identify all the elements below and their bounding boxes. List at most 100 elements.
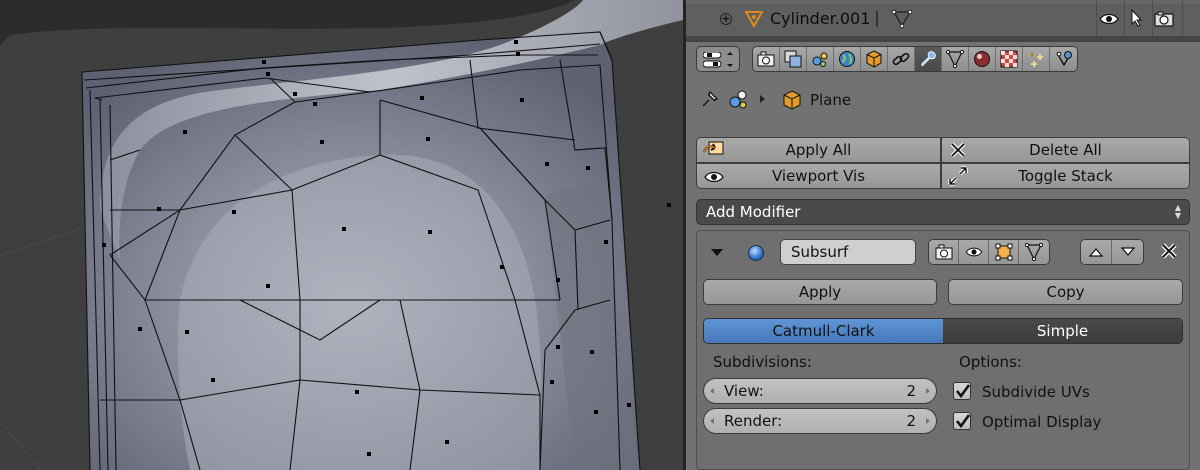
tab-world[interactable] xyxy=(834,47,861,71)
subdivide-uvs-checkbox[interactable] xyxy=(953,382,971,400)
tab-texture[interactable] xyxy=(996,47,1023,71)
add-modifier-dropdown[interactable]: Add Modifier ▲ ▼ xyxy=(696,199,1190,225)
eye-icon xyxy=(704,171,724,183)
optimal-display-label[interactable]: Optimal Display xyxy=(982,413,1101,431)
tab-modifiers[interactable] xyxy=(915,47,942,71)
outliner-object-name[interactable]: Cylinder.001 xyxy=(770,9,870,28)
view-levels-label: View: xyxy=(724,382,764,400)
world-icon xyxy=(839,51,855,67)
editmode-icon xyxy=(995,243,1012,261)
physics-icon xyxy=(1055,51,1072,67)
breadcrumb-object-name: Plane xyxy=(810,91,852,109)
viewport-vis-button[interactable]: Viewport Vis xyxy=(696,163,941,189)
tab-mesh-data[interactable] xyxy=(942,47,969,71)
mesh-triangle-icon xyxy=(1025,243,1043,261)
object-cube-icon xyxy=(783,90,801,110)
options-label: Options: xyxy=(959,353,1022,371)
view-levels-field[interactable]: View: 2 xyxy=(703,378,937,404)
tab-constraints[interactable] xyxy=(888,47,915,71)
render-levels-field[interactable]: Render: 2 xyxy=(703,408,937,434)
tab-render[interactable] xyxy=(753,47,780,71)
delete-all-button[interactable]: Delete All xyxy=(941,137,1190,163)
checkmark-icon xyxy=(955,414,971,429)
properties-tabs xyxy=(752,46,1078,72)
collapse-toggle-icon[interactable] xyxy=(711,249,723,256)
checkmark-icon xyxy=(955,384,971,399)
apply-all-label: Apply All xyxy=(785,141,852,159)
modifier-move-buttons xyxy=(1080,239,1144,265)
arrow-down-icon xyxy=(1120,247,1135,256)
tab-render-layers[interactable] xyxy=(780,47,807,71)
show-in-editmode-toggle[interactable] xyxy=(989,240,1019,264)
move-down-button[interactable] xyxy=(1112,240,1143,264)
camera-icon xyxy=(757,51,775,67)
copy-label: Copy xyxy=(1046,283,1085,301)
increment-arrow-icon[interactable] xyxy=(926,418,930,424)
subdivision-algorithm-toggle: Catmull-Clark Simple xyxy=(703,318,1183,344)
particles-icon xyxy=(1028,51,1043,67)
toggle-stack-button[interactable]: Toggle Stack xyxy=(941,163,1190,189)
decrement-arrow-icon[interactable] xyxy=(710,418,714,424)
pin-icon[interactable] xyxy=(700,89,720,109)
tab-object[interactable] xyxy=(861,47,888,71)
render-levels-label: Render: xyxy=(724,412,783,430)
mesh-wireframe xyxy=(0,0,683,470)
object-cube-icon xyxy=(866,50,882,68)
3d-viewport[interactable] xyxy=(0,0,683,470)
texture-checker-icon xyxy=(1000,50,1018,68)
subdivide-uvs-label[interactable]: Subdivide UVs xyxy=(982,383,1090,401)
move-up-button[interactable] xyxy=(1081,240,1112,264)
scene-icon xyxy=(729,90,747,109)
chain-link-icon xyxy=(892,52,910,66)
remove-modifier-icon[interactable] xyxy=(1159,241,1179,261)
wrench-icon xyxy=(921,51,936,67)
render-levels-value: 2 xyxy=(906,412,916,430)
subsurf-modifier-icon xyxy=(748,245,764,261)
delete-all-label: Delete All xyxy=(1029,141,1102,159)
render-layers-icon xyxy=(784,50,802,68)
tab-material[interactable] xyxy=(969,47,996,71)
modifier-name-field[interactable]: Subsurf xyxy=(780,239,916,265)
show-viewport-toggle[interactable] xyxy=(959,240,989,264)
viewport-vis-label: Viewport Vis xyxy=(771,167,866,185)
expand-arrows-icon xyxy=(948,166,968,186)
cursor-select-icon[interactable] xyxy=(1130,9,1144,27)
subdivisions-label: Subdivisions: xyxy=(713,353,812,371)
on-cage-toggle[interactable] xyxy=(1019,240,1049,264)
outliner-separator xyxy=(876,11,878,27)
properties-panel: + Cylinder.001 Plane Apply All Delete Al… xyxy=(686,0,1200,470)
updown-arrows-icon: ▲ ▼ xyxy=(1174,203,1181,220)
catmull-clark-option[interactable]: Catmull-Clark xyxy=(704,319,943,343)
toggle-stack-label: Toggle Stack xyxy=(1018,167,1113,185)
render-camera-icon[interactable] xyxy=(1154,11,1174,27)
simple-option[interactable]: Simple xyxy=(943,319,1182,343)
optimal-display-checkbox[interactable] xyxy=(953,412,971,430)
eye-icon[interactable] xyxy=(1099,12,1119,26)
mesh-triangle-icon xyxy=(946,50,964,68)
add-modifier-label: Add Modifier xyxy=(706,203,801,221)
modifier-visibility-toggles xyxy=(928,239,1050,265)
close-icon xyxy=(950,142,966,158)
apply-all-button[interactable]: Apply All xyxy=(696,137,941,163)
breadcrumb-arrow-icon xyxy=(760,95,765,103)
outliner-strip: + Cylinder.001 xyxy=(686,0,1200,36)
apply-icon xyxy=(703,141,724,155)
eye-icon xyxy=(965,247,982,257)
expand-icon[interactable]: + xyxy=(720,13,732,25)
decrement-arrow-icon[interactable] xyxy=(710,388,714,394)
show-render-toggle[interactable] xyxy=(929,240,959,264)
increment-arrow-icon[interactable] xyxy=(926,388,930,394)
tab-particles[interactable] xyxy=(1023,47,1050,71)
tab-scene[interactable] xyxy=(807,47,834,71)
tab-physics[interactable] xyxy=(1050,47,1077,71)
apply-button[interactable]: Apply xyxy=(703,279,937,305)
outliner-row-cylinder[interactable] xyxy=(686,4,1200,32)
editor-type-button[interactable] xyxy=(696,46,740,72)
mesh-data-icon xyxy=(745,11,763,28)
arrow-up-icon xyxy=(1089,248,1103,257)
copy-button[interactable]: Copy xyxy=(948,279,1183,305)
vertex-triangle-icon xyxy=(892,10,912,28)
context-tabs xyxy=(686,42,1200,76)
material-sphere-icon xyxy=(974,51,990,67)
camera-icon xyxy=(935,244,952,260)
